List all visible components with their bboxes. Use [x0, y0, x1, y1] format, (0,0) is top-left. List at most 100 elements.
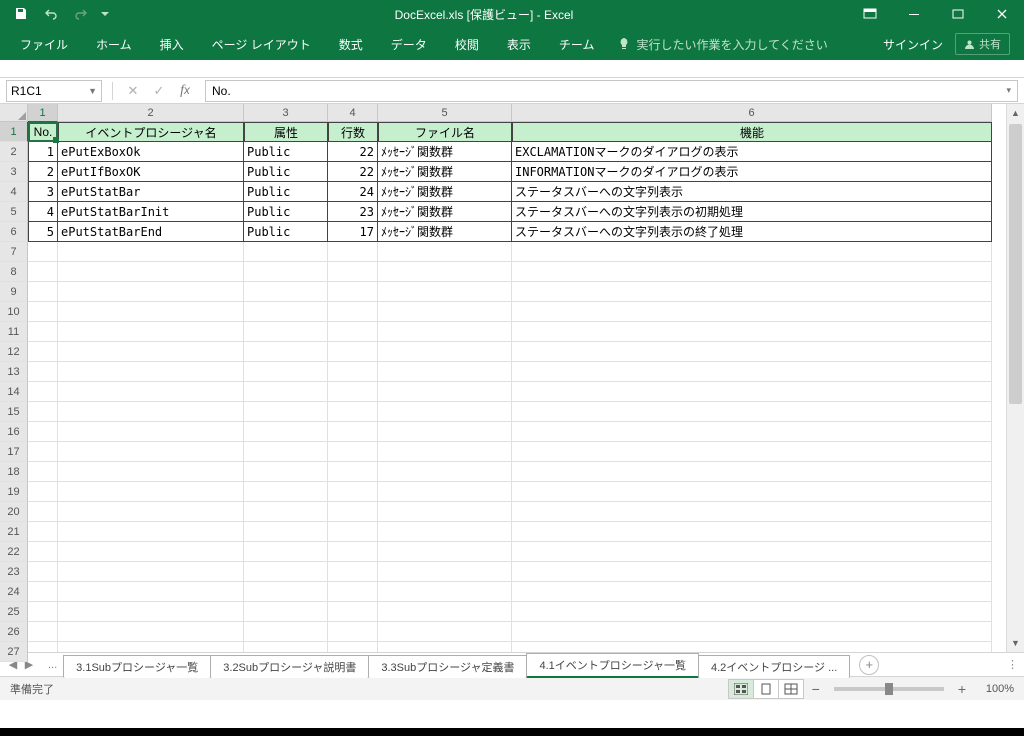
- empty-cell[interactable]: [58, 482, 244, 502]
- empty-cell[interactable]: [244, 542, 328, 562]
- empty-cell[interactable]: [28, 322, 58, 342]
- row-header[interactable]: 8: [0, 262, 28, 282]
- column-header[interactable]: 4: [328, 104, 378, 122]
- empty-cell[interactable]: [512, 382, 992, 402]
- new-sheet-button[interactable]: +: [859, 655, 879, 675]
- empty-cell[interactable]: [58, 502, 244, 522]
- empty-cell[interactable]: [28, 642, 58, 652]
- data-cell[interactable]: 17: [328, 222, 378, 242]
- row-header[interactable]: 15: [0, 402, 28, 422]
- row-header[interactable]: 17: [0, 442, 28, 462]
- cells-area[interactable]: No.イベントプロシージャ名属性行数ファイル名機能1ePutExBoxOkPub…: [28, 122, 1006, 652]
- row-header[interactable]: 19: [0, 482, 28, 502]
- data-cell[interactable]: ステータスバーへの文字列表示の初期処理: [512, 202, 992, 222]
- empty-cell[interactable]: [58, 462, 244, 482]
- data-cell[interactable]: 2: [28, 162, 58, 182]
- header-cell[interactable]: 行数: [328, 122, 378, 142]
- tab-page-layout[interactable]: ページ レイアウト: [198, 28, 325, 60]
- data-cell[interactable]: ePutStatBarEnd: [58, 222, 244, 242]
- row-header[interactable]: 16: [0, 422, 28, 442]
- tab-review[interactable]: 校閲: [441, 28, 493, 60]
- empty-cell[interactable]: [244, 522, 328, 542]
- empty-cell[interactable]: [328, 402, 378, 422]
- zoom-level[interactable]: 100%: [974, 683, 1014, 695]
- empty-cell[interactable]: [378, 422, 512, 442]
- data-cell[interactable]: ﾒｯｾｰｼﾞ関数群: [378, 142, 512, 162]
- row-header[interactable]: 24: [0, 582, 28, 602]
- empty-cell[interactable]: [328, 622, 378, 642]
- empty-cell[interactable]: [244, 362, 328, 382]
- empty-cell[interactable]: [328, 242, 378, 262]
- header-cell[interactable]: No.: [28, 122, 58, 142]
- share-button[interactable]: 共有: [955, 33, 1010, 55]
- empty-cell[interactable]: [244, 642, 328, 652]
- sheet-tab[interactable]: 3.1Subプロシージャ一覧: [63, 655, 211, 678]
- empty-cell[interactable]: [378, 282, 512, 302]
- empty-cell[interactable]: [378, 622, 512, 642]
- empty-cell[interactable]: [328, 522, 378, 542]
- row-header[interactable]: 10: [0, 302, 28, 322]
- scroll-thumb[interactable]: [1009, 124, 1022, 404]
- sheet-tab[interactable]: 3.3Subプロシージャ定義書: [368, 655, 527, 678]
- empty-cell[interactable]: [378, 642, 512, 652]
- empty-cell[interactable]: [328, 282, 378, 302]
- tell-me-search[interactable]: 実行したい作業を入力してください: [608, 36, 837, 53]
- empty-cell[interactable]: [378, 302, 512, 322]
- row-header[interactable]: 2: [0, 142, 28, 162]
- empty-cell[interactable]: [244, 262, 328, 282]
- empty-cell[interactable]: [244, 282, 328, 302]
- tab-team[interactable]: チーム: [545, 28, 609, 60]
- empty-cell[interactable]: [58, 242, 244, 262]
- row-header[interactable]: 26: [0, 622, 28, 642]
- header-cell[interactable]: ファイル名: [378, 122, 512, 142]
- empty-cell[interactable]: [58, 602, 244, 622]
- data-cell[interactable]: 23: [328, 202, 378, 222]
- empty-cell[interactable]: [512, 442, 992, 462]
- empty-cell[interactable]: [244, 422, 328, 442]
- data-cell[interactable]: ePutStatBarInit: [58, 202, 244, 222]
- empty-cell[interactable]: [378, 522, 512, 542]
- empty-cell[interactable]: [378, 262, 512, 282]
- column-header[interactable]: 6: [512, 104, 992, 122]
- zoom-out-button[interactable]: −: [812, 681, 820, 697]
- sheet-overflow-left[interactable]: ...: [42, 659, 63, 671]
- empty-cell[interactable]: [328, 422, 378, 442]
- row-header[interactable]: 6: [0, 222, 28, 242]
- empty-cell[interactable]: [58, 302, 244, 322]
- empty-cell[interactable]: [58, 382, 244, 402]
- empty-cell[interactable]: [378, 462, 512, 482]
- row-header[interactable]: 18: [0, 462, 28, 482]
- normal-view-icon[interactable]: [728, 679, 754, 699]
- page-layout-view-icon[interactable]: [753, 679, 779, 699]
- empty-cell[interactable]: [512, 302, 992, 322]
- empty-cell[interactable]: [512, 622, 992, 642]
- sheet-tab[interactable]: 3.2Subプロシージャ説明書: [210, 655, 369, 678]
- zoom-in-button[interactable]: +: [958, 681, 966, 697]
- spreadsheet-grid[interactable]: 123456 123456789101112131415161718192021…: [0, 104, 1024, 652]
- ribbon-display-icon[interactable]: [848, 0, 892, 28]
- row-header[interactable]: 5: [0, 202, 28, 222]
- formula-input[interactable]: No. ▾: [205, 80, 1018, 102]
- empty-cell[interactable]: [244, 382, 328, 402]
- data-cell[interactable]: Public: [244, 202, 328, 222]
- sheet-tab[interactable]: 4.2イベントプロシージ ...: [698, 655, 850, 678]
- row-header[interactable]: 13: [0, 362, 28, 382]
- data-cell[interactable]: ステータスバーへの文字列表示の終了処理: [512, 222, 992, 242]
- column-header[interactable]: 3: [244, 104, 328, 122]
- tab-file[interactable]: ファイル: [6, 28, 82, 60]
- tab-data[interactable]: データ: [377, 28, 441, 60]
- empty-cell[interactable]: [58, 522, 244, 542]
- empty-cell[interactable]: [244, 562, 328, 582]
- empty-cell[interactable]: [28, 342, 58, 362]
- empty-cell[interactable]: [512, 482, 992, 502]
- empty-cell[interactable]: [512, 562, 992, 582]
- empty-cell[interactable]: [244, 302, 328, 322]
- empty-cell[interactable]: [28, 562, 58, 582]
- scroll-up-icon[interactable]: ▲: [1007, 104, 1024, 122]
- column-header[interactable]: 1: [28, 104, 58, 122]
- empty-cell[interactable]: [28, 422, 58, 442]
- empty-cell[interactable]: [28, 402, 58, 422]
- empty-cell[interactable]: [28, 482, 58, 502]
- empty-cell[interactable]: [512, 502, 992, 522]
- empty-cell[interactable]: [58, 342, 244, 362]
